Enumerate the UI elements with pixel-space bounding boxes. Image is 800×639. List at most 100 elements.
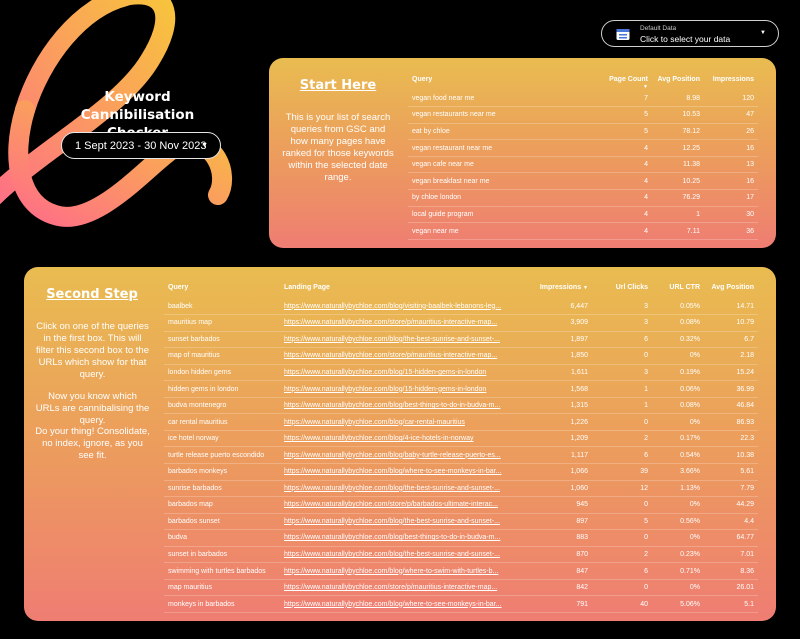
avg-position-cell: 36.99 — [704, 380, 758, 398]
impressions-cell: 1,226 — [530, 413, 592, 431]
table-row[interactable]: baalbek https://www.naturallybychloe.com/… — [164, 298, 758, 316]
table-row[interactable]: vegan restaurants near me 5 10.53 47 — [408, 106, 758, 124]
landing-page-link[interactable]: https://www.naturallybychloe.com/blog/wh… — [280, 463, 530, 481]
avg-position-cell: 12.25 — [652, 139, 704, 157]
table-row[interactable]: sunrise barbados https://www.naturallybyc… — [164, 480, 758, 498]
landing-page-link[interactable]: https://www.naturallybychloe.com/blog/ba… — [280, 446, 530, 464]
table-row[interactable]: monkeys in barbados https://www.naturally… — [164, 595, 758, 613]
avg-position-cell: 5.61 — [704, 463, 758, 481]
table-row[interactable]: london hidden gems https://www.naturallyb… — [164, 364, 758, 382]
query-cell: budva montenegro — [164, 397, 280, 415]
url-clicks-cell: 2 — [592, 430, 652, 448]
column-header-query[interactable]: Query — [408, 76, 598, 90]
url-ctr-cell: 0% — [652, 413, 704, 431]
landing-page-link[interactable]: https://www.naturallybychloe.com/blog/th… — [280, 331, 530, 349]
landing-page-link[interactable]: https://www.naturallybychloe.com/store/p… — [280, 579, 530, 597]
query-cell: sunset in barbados — [164, 546, 280, 564]
landing-page-link[interactable]: https://www.naturallybychloe.com/store/p… — [280, 496, 530, 514]
step2-title: Second Step — [46, 287, 138, 302]
table-row[interactable]: sunset in barbados https://www.naturallyb… — [164, 546, 758, 564]
impressions-cell: 1,850 — [530, 347, 592, 365]
data-source-selector[interactable]: Default Data Click to select your data ▼ — [601, 20, 779, 47]
table-row[interactable]: vegan near me 4 7.11 36 — [408, 222, 758, 240]
page-count-cell: 4 — [598, 189, 652, 207]
column-header-page-count[interactable]: Page Count ▼ — [598, 76, 652, 90]
query-cell: vegan cafe near me — [408, 156, 598, 174]
column-header-avg-position[interactable]: Avg Position — [652, 76, 704, 90]
impressions-cell: 16 — [704, 172, 758, 191]
table-row[interactable]: ice hotel norway https://www.naturallybyc… — [164, 430, 758, 448]
impressions-cell: 945 — [530, 496, 592, 514]
landing-page-link[interactable]: https://www.naturallybychloe.com/blog/4-… — [280, 430, 530, 448]
url-clicks-cell: 6 — [592, 562, 652, 580]
url-clicks-cell: 0 — [592, 347, 652, 365]
column-header-avg-position[interactable]: Avg Position — [704, 284, 758, 298]
date-range-picker[interactable]: 1 Sept 2023 - 30 Nov 2023 ▼ — [61, 132, 221, 159]
url-clicks-cell: 3 — [592, 314, 652, 332]
landing-page-link[interactable]: https://www.naturallybychloe.com/blog/th… — [280, 513, 530, 531]
table-row[interactable]: eat by chloe 5 78.12 26 — [408, 123, 758, 141]
query-cell: sunset barbados — [164, 331, 280, 349]
table-row[interactable]: budva https://www.naturallybychloe.com/bl… — [164, 529, 758, 547]
url-clicks-cell: 0 — [592, 413, 652, 431]
table-row[interactable]: turtle release puerto escondido https://w… — [164, 446, 758, 464]
avg-position-cell: 46.84 — [704, 397, 758, 415]
table-row[interactable]: swimming with turtles barbados https://ww… — [164, 562, 758, 580]
landing-page-link[interactable]: https://www.naturallybychloe.com/blog/be… — [280, 529, 530, 547]
column-header-impressions[interactable]: Impressions — [704, 76, 758, 90]
url-ctr-cell: 0.08% — [652, 397, 704, 415]
landing-page-link[interactable]: https://www.naturallybychloe.com/blog/wh… — [280, 562, 530, 580]
table-row[interactable]: barbados monkeys https://www.naturallybyc… — [164, 463, 758, 481]
table-row[interactable]: by chloe london 4 76.29 17 — [408, 189, 758, 207]
impressions-cell: 26 — [704, 123, 758, 141]
table-row[interactable]: car rental mauritius https://www.naturall… — [164, 413, 758, 431]
landing-page-link[interactable]: https://www.naturallybychloe.com/blog/wh… — [280, 595, 530, 613]
landing-page-link[interactable]: https://www.naturallybychloe.com/blog/15… — [280, 364, 530, 382]
impressions-cell: 1,315 — [530, 397, 592, 415]
impressions-cell: 30 — [704, 206, 758, 224]
table-row[interactable]: vegan restaurant near me 4 12.25 16 — [408, 139, 758, 157]
url-ctr-cell: 0% — [652, 529, 704, 547]
avg-position-cell: 5.1 — [704, 595, 758, 613]
landing-page-link[interactable]: https://www.naturallybychloe.com/store/p… — [280, 314, 530, 332]
impressions-cell: 870 — [530, 546, 592, 564]
avg-position-cell: 8.36 — [704, 562, 758, 580]
table-row[interactable]: vegan food near me 7 8.98 120 — [408, 90, 758, 108]
table-row[interactable]: barbados sunset https://www.naturallybych… — [164, 513, 758, 531]
page-count-cell: 4 — [598, 222, 652, 240]
column-header-url-ctr[interactable]: URL CTR — [652, 284, 704, 298]
impressions-cell: 847 — [530, 562, 592, 580]
table-row[interactable]: mauritius map https://www.naturallybychlo… — [164, 314, 758, 332]
table-row[interactable]: barbados map https://www.naturallybychloe… — [164, 496, 758, 514]
query-cell: vegan food near me — [408, 90, 598, 108]
table-row[interactable]: hidden gems in london https://www.natural… — [164, 380, 758, 398]
avg-position-cell: 10.25 — [652, 172, 704, 191]
column-header-url-clicks[interactable]: Url Clicks — [592, 284, 652, 298]
landing-page-link[interactable]: https://www.naturallybychloe.com/store/p… — [280, 347, 530, 365]
avg-position-cell: 11.38 — [652, 156, 704, 174]
query-cell: baalbek — [164, 298, 280, 316]
table-row[interactable]: sunset barbados https://www.naturallybych… — [164, 331, 758, 349]
column-header-landing-page[interactable]: Landing Page — [280, 284, 530, 298]
url-clicks-cell: 2 — [592, 546, 652, 564]
avg-position-cell: 86.93 — [704, 413, 758, 431]
table-row[interactable]: map mauritius https://www.naturallybychlo… — [164, 579, 758, 597]
landing-page-link[interactable]: https://www.naturallybychloe.com/blog/vi… — [280, 298, 530, 316]
query-cell: map of mauritius — [164, 347, 280, 365]
url-clicks-cell: 3 — [592, 298, 652, 316]
url-clicks-cell: 12 — [592, 480, 652, 498]
landing-page-link[interactable]: https://www.naturallybychloe.com/blog/th… — [280, 546, 530, 564]
column-header-impressions[interactable]: Impressions ▼ — [530, 284, 592, 298]
avg-position-cell: 26.01 — [704, 579, 758, 597]
table-row[interactable]: budva montenegro https://www.naturallybyc… — [164, 397, 758, 415]
table-row[interactable]: vegan breakfast near me 4 10.25 16 — [408, 172, 758, 191]
landing-page-link[interactable]: https://www.naturallybychloe.com/blog/th… — [280, 480, 530, 498]
table-row[interactable]: local guide program 4 1 30 — [408, 206, 758, 224]
landing-page-link[interactable]: https://www.naturallybychloe.com/blog/be… — [280, 397, 530, 415]
landing-page-link[interactable]: https://www.naturallybychloe.com/blog/15… — [280, 380, 530, 398]
landing-page-link[interactable]: https://www.naturallybychloe.com/blog/ca… — [280, 413, 530, 431]
page-count-cell: 5 — [598, 123, 652, 141]
column-header-query[interactable]: Query — [164, 284, 280, 298]
table-row[interactable]: vegan cafe near me 4 11.38 13 — [408, 156, 758, 174]
table-row[interactable]: map of mauritius https://www.naturallybyc… — [164, 347, 758, 365]
